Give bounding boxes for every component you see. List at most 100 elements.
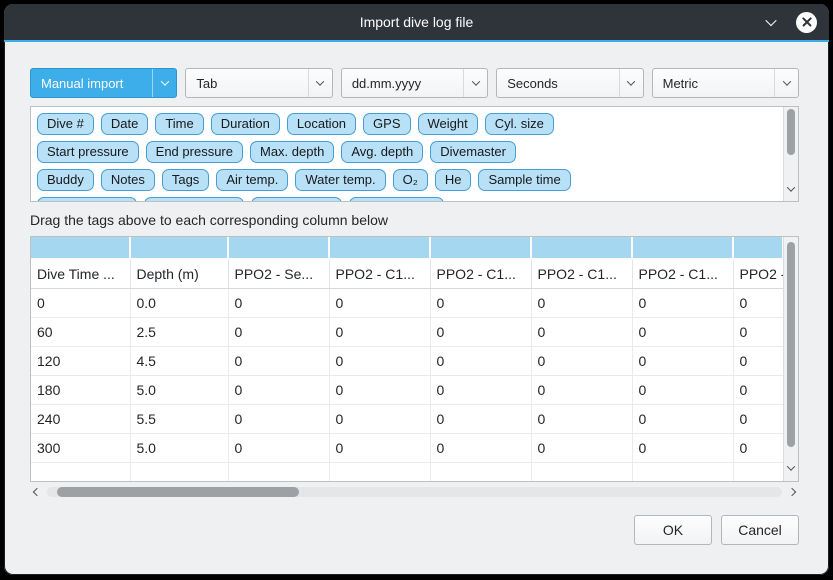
- tag-air-temp[interactable]: Air temp.: [216, 169, 288, 191]
- scroll-right-button[interactable]: [785, 485, 799, 499]
- table-cell: 0: [430, 404, 531, 433]
- table-row: 120 4.5 0 0 0 0 0 0: [31, 346, 783, 375]
- tag-sample-time[interactable]: Sample time: [478, 169, 570, 191]
- chevron-right-icon: [788, 488, 796, 496]
- table-cell: 0: [329, 288, 430, 317]
- units-select[interactable]: Metric: [652, 68, 799, 98]
- tag-time[interactable]: Time: [155, 113, 203, 135]
- table-vertical-scrollbar[interactable]: [783, 237, 798, 481]
- import-mode-select[interactable]: Manual import: [30, 68, 177, 98]
- column-drop-target[interactable]: [31, 237, 130, 259]
- table-row: 240 5.5 0 0 0 0 0 0: [31, 404, 783, 433]
- tag-o2[interactable]: O₂: [393, 169, 428, 191]
- table-cell: 0: [733, 288, 783, 317]
- scroll-down-button[interactable]: [788, 458, 794, 476]
- tag-duration[interactable]: Duration: [211, 113, 280, 135]
- tag-pool: Dive # Date Time Duration Location GPS W…: [30, 106, 799, 202]
- table-row: 180 5.0 0 0 0 0 0 0: [31, 375, 783, 404]
- tag-divemaster[interactable]: Divemaster: [430, 141, 516, 163]
- tag-start-pressure[interactable]: Start pressure: [37, 141, 139, 163]
- tag-tags[interactable]: Tags: [162, 169, 209, 191]
- tag-water-temp[interactable]: Water temp.: [295, 169, 385, 191]
- chevron-left-icon: [33, 488, 41, 496]
- table-cell: 0: [632, 433, 733, 462]
- tag-max-depth[interactable]: Max. depth: [250, 141, 334, 163]
- tag-sample-cns[interactable]: Sample CNS: [349, 197, 444, 201]
- tag-pool-rows: Dive # Date Time Duration Location GPS W…: [31, 107, 782, 201]
- table-cell: 0: [228, 317, 329, 346]
- tag-pool-scrollbar[interactable]: [783, 107, 798, 201]
- scroll-down-button[interactable]: [788, 179, 794, 197]
- tag-sample-po2[interactable]: Sample pO₂: [251, 197, 341, 201]
- drop-target-row: [31, 237, 783, 259]
- column-drop-target[interactable]: [430, 237, 531, 259]
- scrollbar-thumb[interactable]: [787, 242, 795, 447]
- date-format-select[interactable]: dd.mm.yyyy: [341, 68, 488, 98]
- cancel-button[interactable]: Cancel: [721, 515, 799, 545]
- column-drop-target[interactable]: [632, 237, 733, 259]
- chevron-down-icon: [161, 77, 169, 85]
- ok-button[interactable]: OK: [634, 515, 712, 545]
- table-cell: 0: [430, 317, 531, 346]
- table-cell: 2.5: [130, 317, 228, 346]
- tag-row: Dive # Date Time Duration Location GPS W…: [37, 113, 776, 135]
- chevron-down-icon: [782, 77, 790, 85]
- tag-he[interactable]: He: [435, 169, 472, 191]
- chevron-down-icon: [316, 77, 324, 85]
- table-cell: 0: [531, 317, 632, 346]
- tag-notes[interactable]: Notes: [101, 169, 155, 191]
- table-cell: 0: [228, 375, 329, 404]
- column-drop-target[interactable]: [228, 237, 329, 259]
- import-mode-value: Manual import: [31, 76, 152, 91]
- column-drop-target[interactable]: [733, 237, 783, 259]
- tag-weight[interactable]: Weight: [418, 113, 478, 135]
- scrollbar-thumb[interactable]: [787, 109, 795, 155]
- tag-cyl-size[interactable]: Cyl. size: [485, 113, 554, 135]
- field-separator-select[interactable]: Tab: [185, 68, 332, 98]
- chevron-down-icon: [787, 462, 795, 470]
- chevron-down-icon: [787, 183, 795, 191]
- table-horizontal-scrollbar[interactable]: [30, 485, 799, 499]
- date-format-value: dd.mm.yyyy: [342, 76, 463, 91]
- shade-button[interactable]: [761, 12, 781, 32]
- close-button[interactable]: [796, 12, 817, 33]
- tag-end-pressure[interactable]: End pressure: [146, 141, 243, 163]
- table-cell: 0: [531, 288, 632, 317]
- tag-row: Buddy Notes Tags Air temp. Water temp. O…: [37, 169, 776, 191]
- scroll-left-button[interactable]: [30, 485, 44, 499]
- tag-dive-number[interactable]: Dive #: [37, 113, 94, 135]
- titlebar-controls: [761, 4, 817, 40]
- column-drop-target[interactable]: [329, 237, 430, 259]
- tag-location[interactable]: Location: [287, 113, 356, 135]
- tag-date[interactable]: Date: [101, 113, 148, 135]
- column-drop-target[interactable]: [531, 237, 632, 259]
- scrollbar-track[interactable]: [47, 487, 782, 497]
- table-header-cell: PPO2 - C1...: [733, 259, 783, 288]
- table-cell: 0: [632, 404, 733, 433]
- dialog-buttons: OK Cancel: [30, 515, 799, 545]
- table-header-cell: Dive Time ...: [31, 259, 130, 288]
- table-cell: 0: [329, 346, 430, 375]
- tag-sample-depth[interactable]: Sample depth: [37, 197, 137, 201]
- table-header-cell: PPO2 - C1...: [430, 259, 531, 288]
- table-cell: 0: [329, 433, 430, 462]
- tag-buddy[interactable]: Buddy: [37, 169, 94, 191]
- tag-row: Start pressure End pressure Max. depth A…: [37, 141, 776, 163]
- table-cell: 60: [31, 317, 130, 346]
- table-cell: 0: [329, 404, 430, 433]
- column-drop-target[interactable]: [130, 237, 228, 259]
- scrollbar-thumb[interactable]: [57, 487, 299, 497]
- table-cell: 0: [329, 317, 430, 346]
- time-format-select[interactable]: Seconds: [496, 68, 643, 98]
- table-cell: 4.5: [130, 346, 228, 375]
- table-cell: 120: [31, 346, 130, 375]
- table-header-row: Dive Time ... Depth (m) PPO2 - Se... PPO…: [31, 259, 783, 288]
- tag-gps[interactable]: GPS: [363, 113, 410, 135]
- table-row: 0 0.0 0 0 0 0 0 0: [31, 288, 783, 317]
- titlebar[interactable]: Import dive log file: [4, 4, 829, 40]
- tag-avg-depth[interactable]: Avg. depth: [341, 141, 423, 163]
- table-cell: 0: [228, 346, 329, 375]
- table-cell: 0: [632, 346, 733, 375]
- tag-sample-temp[interactable]: Sample temp.: [144, 197, 244, 201]
- table-cell: 0: [632, 317, 733, 346]
